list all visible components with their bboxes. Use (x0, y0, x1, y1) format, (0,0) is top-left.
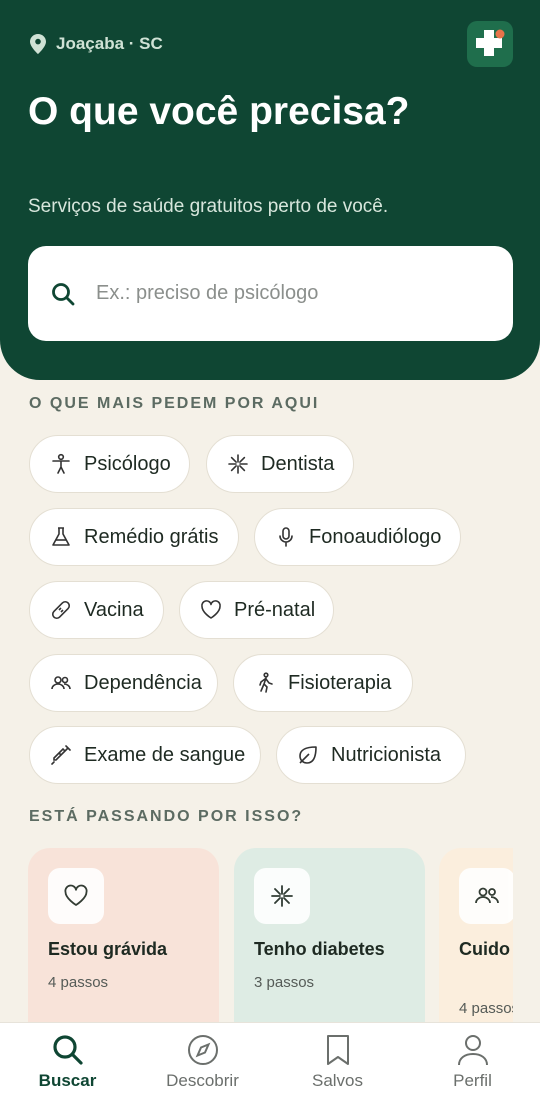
situation-card-cuido-em-casa[interactable]: Cuido em casa 4 passos (439, 848, 513, 1028)
location-selector[interactable]: Joaçaba · SC (30, 34, 163, 54)
search-input[interactable] (96, 282, 476, 305)
card-title: Tenho diabetes (254, 939, 385, 959)
bottom-nav: Buscar Descobrir Salvos Perfil (0, 1022, 540, 1104)
nav-label: Buscar (38, 1071, 97, 1090)
people-icon (51, 676, 71, 690)
nav-item-descobrir[interactable]: Descobrir (135, 1033, 270, 1091)
nav-label: Descobrir (166, 1071, 239, 1090)
bookmark-icon (326, 1035, 349, 1065)
card-icon-box (459, 868, 513, 924)
bandage-icon (51, 600, 71, 620)
situations-carousel[interactable]: Estou grávida 4 passos Tenho diabetes 3 … (28, 848, 513, 1028)
walking-icon (259, 672, 273, 693)
chip-label: Fonoaudiólogo (309, 525, 442, 548)
chip-dentista[interactable]: Dentista (206, 435, 354, 493)
chip-label: Exame de sangue (84, 743, 246, 766)
chip-nutricionista[interactable]: Nutricionista (276, 726, 466, 784)
asterisk-icon (271, 885, 293, 907)
situations-section-title: ESTÁ PASSANDO POR ISSO? (29, 808, 304, 825)
heart-icon (201, 600, 221, 619)
nav-item-perfil[interactable]: Perfil (405, 1033, 540, 1091)
page-subtitle: Serviços de saúde gratuitos perto de voc… (28, 196, 389, 217)
chip-dependencia[interactable]: Dependência (29, 654, 218, 712)
chip-exame-de-sangue[interactable]: Exame de sangue (29, 726, 261, 784)
chip-label: Fisioterapia (288, 671, 392, 694)
nav-label: Perfil (453, 1071, 492, 1090)
search-bar[interactable] (28, 246, 513, 341)
chip-vacina[interactable]: Vacina (29, 581, 164, 639)
nav-item-salvos[interactable]: Salvos (270, 1033, 405, 1091)
header: Joaçaba · SC O que você precisa? Serviço… (0, 0, 540, 380)
tooth-icon (228, 454, 248, 474)
chip-pre-natal[interactable]: Pré-natal (179, 581, 334, 639)
chip-label: Dentista (261, 452, 335, 475)
search-icon (52, 1035, 83, 1065)
location-label: Joaçaba · SC (56, 34, 163, 53)
card-icon-box (254, 868, 310, 924)
flask-icon (52, 527, 70, 546)
map-pin-icon (30, 34, 46, 54)
chip-label: Pré-natal (234, 598, 316, 621)
chip-fisioterapia[interactable]: Fisioterapia (233, 654, 413, 712)
chip-fonoaudiologo[interactable]: Fonoaudiólogo (254, 508, 461, 566)
syringe-icon (51, 745, 71, 765)
card-title: Cuido em casa (459, 939, 513, 959)
app-logo[interactable] (467, 21, 513, 67)
people-icon (475, 887, 499, 904)
chip-label: Nutricionista (331, 743, 442, 766)
chip-label: Psicólogo (84, 452, 171, 475)
leaf-icon (299, 746, 317, 764)
situation-card-diabetes[interactable]: Tenho diabetes 3 passos (234, 848, 425, 1028)
search-icon (52, 282, 75, 305)
user-icon (457, 1035, 488, 1066)
chip-psicologo[interactable]: Psicólogo (29, 435, 190, 493)
compass-icon (187, 1035, 218, 1065)
microphone-icon (279, 527, 293, 547)
nav-label: Salvos (311, 1071, 364, 1090)
person-icon (52, 453, 70, 474)
nav-item-buscar[interactable]: Buscar (0, 1033, 135, 1091)
chip-label: Remédio grátis (84, 525, 219, 548)
card-steps: 3 passos (254, 974, 315, 991)
popular-section-title: O QUE MAIS PEDEM POR AQUI (29, 395, 320, 412)
chip-remedio-gratis[interactable]: Remédio grátis (29, 508, 239, 566)
situation-card-gravida[interactable]: Estou grávida 4 passos (28, 848, 219, 1028)
app-screen: Joaçaba · SC O que você precisa? Serviço… (0, 0, 540, 1104)
card-icon-box (48, 868, 104, 924)
medical-cross-icon (476, 29, 505, 56)
heart-icon (64, 884, 88, 906)
page-title: O que você precisa? (28, 90, 410, 133)
chip-label: Vacina (84, 598, 144, 621)
chip-label: Dependência (84, 671, 202, 694)
card-steps: 4 passos (459, 1000, 513, 1017)
card-title: Estou grávida (48, 939, 168, 959)
card-steps: 4 passos (48, 974, 109, 991)
